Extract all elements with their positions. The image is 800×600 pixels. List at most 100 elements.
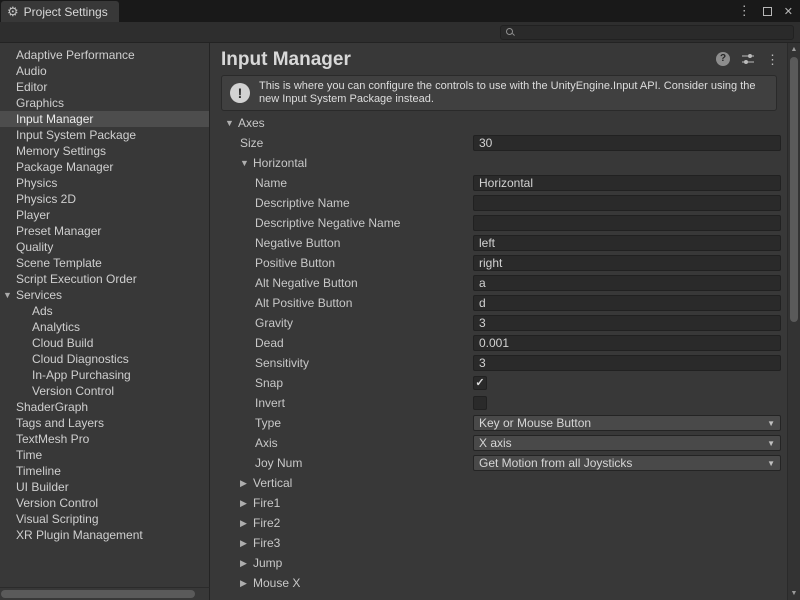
horizontal-scrollbar-thumb[interactable]: [1, 590, 195, 598]
sidebar-item[interactable]: Analytics: [0, 319, 209, 335]
sidebar-item[interactable]: In-App Purchasing: [0, 367, 209, 383]
sidebar-item-label: TextMesh Pro: [16, 432, 89, 446]
foldout-arrow-icon[interactable]: ▼: [3, 287, 14, 303]
dropdown-arrow-icon: ▼: [767, 459, 775, 468]
text-field[interactable]: d: [473, 295, 781, 311]
maximize-icon[interactable]: [763, 7, 772, 16]
checkbox[interactable]: ✓: [473, 376, 487, 390]
dropdown[interactable]: Get Motion from all Joysticks▼: [473, 455, 781, 471]
sidebar-item[interactable]: Script Execution Order: [0, 271, 209, 287]
sidebar-item[interactable]: Editor: [0, 79, 209, 95]
sidebar-item-label: Cloud Build: [32, 336, 93, 350]
search-icon: [506, 28, 515, 37]
text-field[interactable]: left: [473, 235, 781, 251]
sidebar-item[interactable]: Physics: [0, 175, 209, 191]
property-label: Descriptive Name: [211, 196, 473, 210]
text-field[interactable]: [473, 195, 781, 211]
sidebar-item[interactable]: Scene Template: [0, 255, 209, 271]
text-field[interactable]: a: [473, 275, 781, 291]
sidebar-item[interactable]: ▼Services: [0, 287, 209, 303]
foldout-arrow-icon[interactable]: ▶: [240, 578, 253, 589]
sidebar-item[interactable]: Quality: [0, 239, 209, 255]
sidebar-item[interactable]: Adaptive Performance: [0, 47, 209, 63]
property-label: Gravity: [211, 316, 473, 330]
tab-label: Project Settings: [24, 5, 108, 19]
text-field[interactable]: [473, 215, 781, 231]
vertical-scrollbar[interactable]: ▲ ▼: [787, 43, 800, 600]
sidebar-item[interactable]: Audio: [0, 63, 209, 79]
foldout-row-label[interactable]: ▶Fire2: [211, 516, 473, 530]
property-row: Size30: [211, 133, 787, 153]
foldout-arrow-icon[interactable]: ▶: [240, 558, 253, 569]
sidebar-item[interactable]: Physics 2D: [0, 191, 209, 207]
sidebar-item[interactable]: Memory Settings: [0, 143, 209, 159]
vertical-scrollbar-thumb[interactable]: [790, 57, 798, 322]
sidebar-item[interactable]: Cloud Build: [0, 335, 209, 351]
property-label: Axis: [211, 436, 473, 450]
foldout-arrow-icon[interactable]: ▶: [240, 518, 253, 529]
sidebar-item[interactable]: Package Manager: [0, 159, 209, 175]
property-row: Axis X axis▼: [211, 433, 787, 453]
search-input[interactable]: [519, 26, 788, 39]
sidebar-item[interactable]: Timeline: [0, 463, 209, 479]
sidebar-item[interactable]: Cloud Diagnostics: [0, 351, 209, 367]
sidebar-item[interactable]: Time: [0, 447, 209, 463]
foldout-arrow-icon[interactable]: ▼: [240, 158, 253, 168]
sidebar-item[interactable]: TextMesh Pro: [0, 431, 209, 447]
foldout-row-label[interactable]: ▼Axes: [211, 116, 473, 130]
sidebar-item-label: Version Control: [16, 496, 98, 510]
tab-project-settings[interactable]: ⚙ Project Settings: [1, 1, 119, 22]
search-box[interactable]: [500, 25, 794, 40]
property-label-text: Descriptive Negative Name: [255, 216, 400, 230]
sidebar-item[interactable]: Version Control: [0, 495, 209, 511]
scroll-down-icon[interactable]: ▼: [788, 590, 800, 597]
sidebar-item[interactable]: ShaderGraph: [0, 399, 209, 415]
foldout-row-label[interactable]: ▶Mouse X: [211, 576, 473, 590]
sidebar-item[interactable]: Player: [0, 207, 209, 223]
header-icons: ? ⋮: [716, 52, 779, 66]
scroll-up-icon[interactable]: ▲: [788, 46, 800, 53]
foldout-row-label[interactable]: ▶Jump: [211, 556, 473, 570]
foldout-row-label[interactable]: ▶Fire1: [211, 496, 473, 510]
settings-sidebar: Adaptive PerformanceAudioEditorGraphicsI…: [0, 43, 210, 587]
dropdown[interactable]: X axis▼: [473, 435, 781, 451]
help-icon[interactable]: ?: [716, 52, 730, 66]
window-menu-icon[interactable]: ⋮: [738, 3, 751, 19]
sidebar-item[interactable]: Visual Scripting: [0, 511, 209, 527]
sidebar-item[interactable]: Version Control: [0, 383, 209, 399]
foldout-row-label[interactable]: ▼Horizontal: [211, 156, 473, 170]
property-row: ▶Fire1: [211, 493, 787, 513]
foldout-row-label[interactable]: ▶Vertical: [211, 476, 473, 490]
text-field[interactable]: right: [473, 255, 781, 271]
dropdown[interactable]: Key or Mouse Button▼: [473, 415, 781, 431]
foldout-arrow-icon[interactable]: ▶: [240, 498, 253, 509]
text-field[interactable]: Horizontal: [473, 175, 781, 191]
sidebar-item[interactable]: Input System Package: [0, 127, 209, 143]
sidebar-item-label: Player: [16, 208, 50, 222]
sidebar-item[interactable]: Graphics: [0, 95, 209, 111]
sidebar-item[interactable]: Tags and Layers: [0, 415, 209, 431]
sidebar-item[interactable]: Preset Manager: [0, 223, 209, 239]
property-label-text: Axis: [255, 436, 278, 450]
foldout-row-label[interactable]: ▶Fire3: [211, 536, 473, 550]
sidebar-item[interactable]: Ads: [0, 303, 209, 319]
close-icon[interactable]: ✕: [784, 5, 793, 18]
foldout-arrow-icon[interactable]: ▶: [240, 538, 253, 549]
property-label: Dead: [211, 336, 473, 350]
text-field[interactable]: 30: [473, 135, 781, 151]
sidebar-item[interactable]: XR Plugin Management: [0, 527, 209, 543]
text-field[interactable]: 3: [473, 315, 781, 331]
presets-icon[interactable]: [741, 53, 755, 65]
sidebar-item-label: Physics: [16, 176, 57, 190]
text-field[interactable]: 3: [473, 355, 781, 371]
text-field[interactable]: 0.001: [473, 335, 781, 351]
sidebar-item[interactable]: UI Builder: [0, 479, 209, 495]
foldout-arrow-icon[interactable]: ▼: [225, 118, 238, 128]
checkbox[interactable]: [473, 396, 487, 410]
sidebar-item[interactable]: Input Manager: [0, 111, 209, 127]
sidebar-horizontal-scrollbar[interactable]: [0, 587, 210, 600]
property-label-text: Dead: [255, 336, 284, 350]
property-label-text: Snap: [255, 376, 283, 390]
panel-menu-icon[interactable]: ⋮: [766, 53, 779, 66]
foldout-arrow-icon[interactable]: ▶: [240, 478, 253, 489]
